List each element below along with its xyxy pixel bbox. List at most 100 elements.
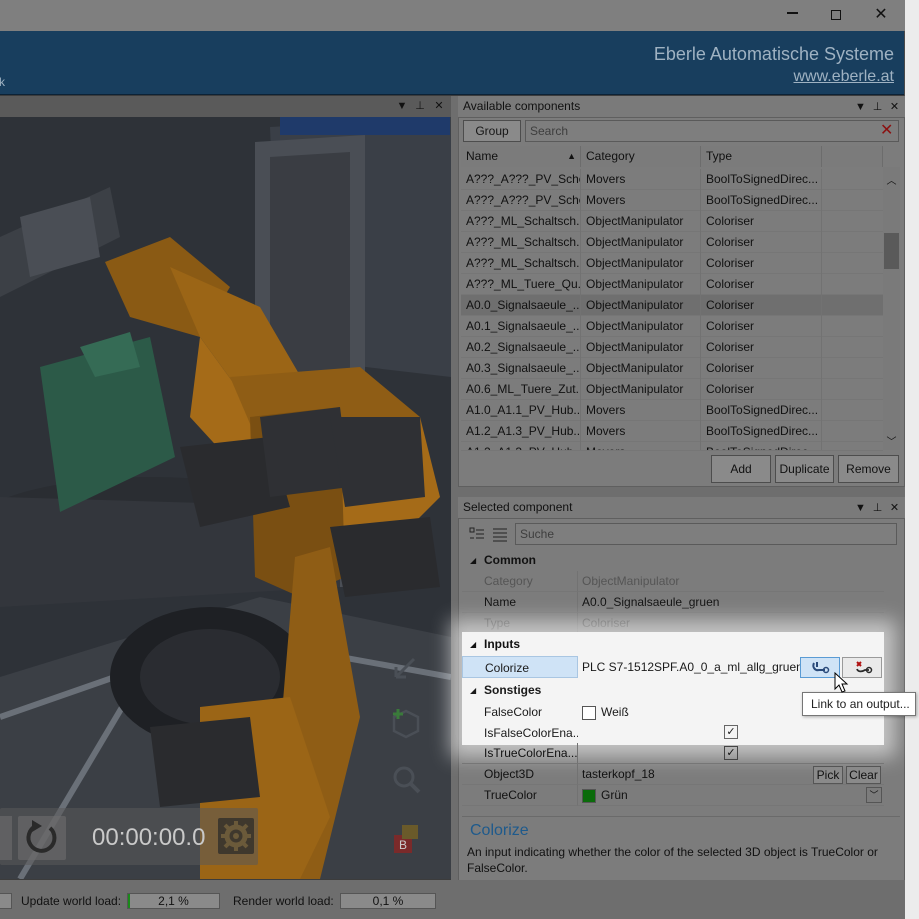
property-row-name[interactable]: Name A0.0_Signalsaeule_gruen [462,592,884,613]
property-row-truecolor[interactable]: TrueColor Grün ﹀ [462,785,884,806]
remove-button[interactable]: Remove [838,455,899,483]
group-button[interactable]: Group [463,120,521,142]
status-indicator [0,893,12,909]
dropdown-chevron-icon[interactable]: ﹀ [866,787,882,803]
pane-close-icon[interactable]: ✕ [886,97,903,118]
cell-type: Coloriser [701,295,822,316]
clear-search-icon[interactable]: ✕ [880,121,893,141]
table-row[interactable]: A0.2_Signalsaeule_... ObjectManipulator Co… [461,337,883,358]
column-header-name[interactable]: Name ▲ [461,146,581,167]
property-row-isfalsecolorenabled[interactable]: IsFalseColorEna... ✓ [462,722,884,744]
table-row[interactable]: A???_ML_Schaltsch... ObjectManipulator Col… [461,211,883,232]
maximize-icon [831,10,841,20]
3d-scene [0,117,451,879]
property-name: TrueColor [462,785,578,806]
cell-type: BoolToSignedDirec... [701,442,822,450]
categorized-view-icon[interactable] [469,526,485,542]
table-row[interactable]: A???_A???_PV_Sche...MoversBoolToSignedDi… [461,190,883,211]
search-input[interactable]: Search [525,120,899,142]
add-object-icon[interactable] [388,705,424,741]
collapse-icon: ◢ [470,640,477,649]
alphabetical-view-icon[interactable] [492,526,508,542]
cell-type: Coloriser [701,253,822,274]
pane-pin-icon[interactable]: ⊥ [412,96,428,117]
column-header-category[interactable]: Category [581,146,701,167]
table-row[interactable]: A0.1_Signalsaeule_... ObjectManipulator Co… [461,316,883,337]
vertical-scrollbar[interactable] [883,167,900,450]
property-value: ObjectManipulator [578,571,884,592]
zoom-fit-icon[interactable] [388,761,424,797]
pane-close-icon[interactable]: ✕ [431,96,447,117]
add-button[interactable]: Add [711,455,771,483]
simulation-time: 00:00:00.0 [92,824,206,851]
group-common[interactable]: ◢ Common [462,550,884,571]
property-row-istruecolorenabled[interactable]: IsTrueColorEna... ✓ [462,743,884,764]
table-row[interactable]: A0.6_ML_Tuere_Zut... ObjectManipulator Col… [461,379,883,400]
company-name: Eberle Automatische Systeme [653,44,894,64]
duplicate-button[interactable]: Duplicate [775,455,834,483]
scroll-down-icon[interactable]: ﹀ [883,433,900,448]
property-name: Object3D [462,764,578,785]
table-row[interactable]: A1.0_A1.1_PV_Hub... Movers BoolToSignedDir… [461,400,883,421]
minimize-icon [786,12,798,14]
website-link[interactable]: www.eberle.at [794,68,895,86]
name-value-field[interactable]: A0.0_Signalsaeule_gruen [578,592,884,613]
table-row[interactable]: A1.2_A1.3_PV_Hub...MoversBoolToSignedDir… [461,421,883,442]
pane-menu-icon[interactable]: ▼ [394,96,410,117]
cell-category: ObjectManipulator [581,358,701,379]
cell-name: A0.2_Signalsaeule_... [461,337,581,358]
property-name: Colorize [462,656,578,678]
table-row[interactable]: A???_ML_Schaltsch... ObjectManipulator Col… [461,253,883,274]
property-name: Name [462,592,578,613]
pane-pin-icon[interactable]: ⊥ [869,498,886,519]
close-button[interactable]: ✕ [858,0,904,31]
cell-type: Coloriser [701,379,822,400]
group-inputs[interactable]: ◢ Inputs [462,634,884,655]
table-row[interactable]: A1.2_A1.3_PV_Hub...MoversBoolToSignedDir… [461,442,883,451]
table-row[interactable]: A0.0_Signalsaeule_... ObjectManipulator Co… [461,295,883,316]
scroll-up-icon[interactable]: ︿ [883,172,900,187]
update-load-label: Update world load: [21,894,122,908]
table-row[interactable]: A0.3_Signalsaeule_... ObjectManipulator Co… [461,358,883,379]
3d-viewport[interactable]: B 00:00:00.0 [0,117,451,879]
clear-button[interactable]: Clear [846,766,881,784]
property-name: FalseColor [484,705,543,719]
cell-category: Movers [581,421,701,442]
checkbox-checked[interactable]: ✓ [724,746,738,760]
pane-menu-icon[interactable]: ▼ [852,97,869,118]
cell-category: ObjectManipulator [581,379,701,400]
checkbox-checked[interactable]: ✓ [724,725,738,739]
import-icon[interactable] [388,651,424,687]
cell-category: ObjectManipulator [581,253,701,274]
pick-button[interactable]: Pick [813,766,843,784]
pane-close-icon[interactable]: ✕ [886,498,903,519]
property-search-input[interactable]: Suche [515,523,897,545]
cell-category: ObjectManipulator [581,211,701,232]
column-header-type[interactable]: Type [701,146,822,167]
mouse-cursor-icon [834,672,849,693]
update-load-fill [128,894,130,908]
viewport-pane-header: ▼ ⊥ ✕ [0,96,451,117]
pane-pin-icon[interactable]: ⊥ [869,97,886,118]
maximize-button[interactable] [813,0,859,31]
svg-text:B: B [399,838,407,852]
playback-controls: 00:00:00.0 [0,808,258,865]
step-back-button[interactable] [0,816,12,860]
cell-name: A???_ML_Schaltsch... [461,253,581,274]
cell-type: Coloriser [701,211,822,232]
object-library-icon[interactable]: B [388,821,424,857]
cell-category: Movers [581,400,701,421]
truecolor-value[interactable]: Grün ﹀ [578,785,884,806]
cell-category: ObjectManipulator [581,316,701,337]
header-truncated-text: k [0,75,5,89]
table-row[interactable]: A???_A???_PV_Sche...MoversBoolToSignedDi… [461,169,883,190]
minimize-button[interactable] [769,0,815,31]
scrollbar-thumb[interactable] [884,233,899,269]
table-row[interactable]: A???_ML_Tuere_Qu... ObjectManipulator Colo… [461,274,883,295]
table-row[interactable]: A???_ML_Schaltsch... ObjectManipulator Col… [461,232,883,253]
cell-type: Coloriser [701,358,822,379]
settings-button[interactable] [218,818,254,854]
pane-menu-icon[interactable]: ▼ [852,498,869,519]
reset-button[interactable] [18,816,66,860]
property-row-category: Category ObjectManipulator [462,571,884,592]
